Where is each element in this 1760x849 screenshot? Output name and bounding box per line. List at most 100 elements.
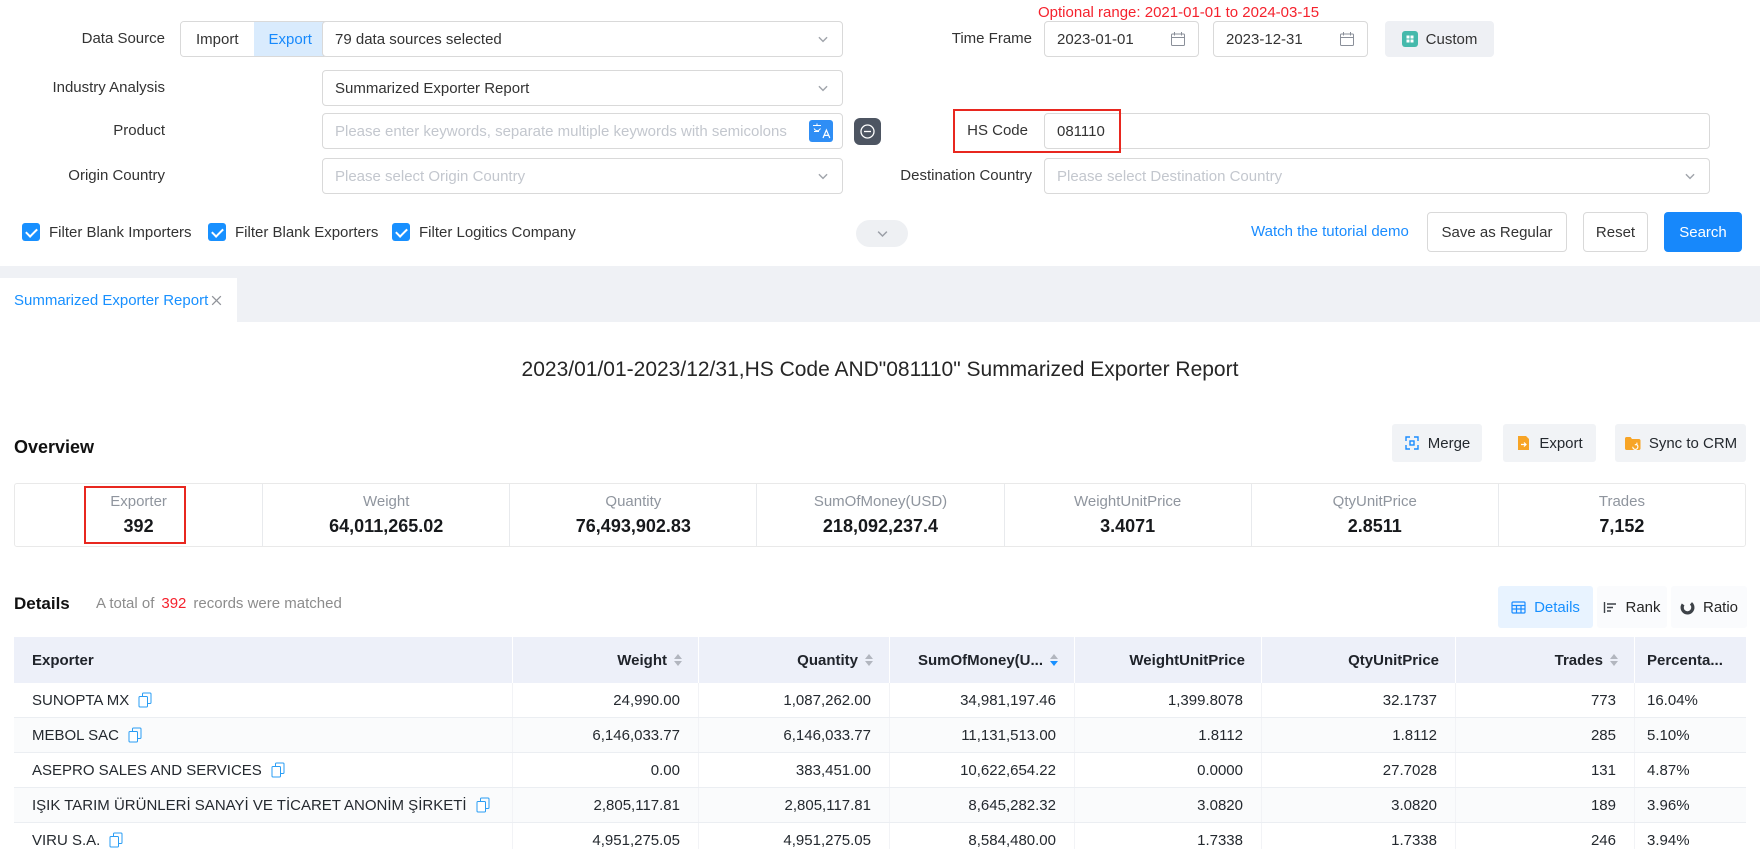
sync-to-crm-label: Sync to CRM	[1649, 435, 1737, 452]
header-label: Trades	[1555, 652, 1603, 669]
merge-button[interactable]: Merge	[1392, 424, 1482, 462]
qty-unit-price-cell: 32.1737	[1261, 683, 1455, 717]
reset-button[interactable]: Reset	[1583, 212, 1648, 252]
origin-country-label: Origin Country	[0, 158, 165, 194]
time-frame-label: Time Frame	[940, 21, 1032, 57]
export-file-icon	[1516, 435, 1531, 451]
origin-country-select[interactable]: Please select Origin Country	[322, 158, 843, 194]
sum-cell: 34,981,197.46	[889, 683, 1074, 717]
chevron-down-icon	[816, 169, 830, 183]
stat-weight-unit-price: WeightUnitPrice 3.4071	[1004, 484, 1251, 546]
quantity-cell: 4,951,275.05	[698, 823, 889, 849]
industry-analysis-select[interactable]: Summarized Exporter Report	[322, 70, 843, 106]
copy-icon[interactable]	[109, 832, 123, 848]
qty-unit-price-cell: 3.0820	[1261, 788, 1455, 822]
filter-logistics-company-checkbox[interactable]: Filter Logitics Company	[392, 223, 576, 241]
start-date-input[interactable]: 2023-01-01	[1044, 21, 1199, 57]
sort-icon[interactable]	[865, 654, 873, 666]
table-row[interactable]: ASEPRO SALES AND SERVICES 0.00 383,451.0…	[14, 753, 1746, 788]
header-trades[interactable]: Trades	[1455, 637, 1634, 683]
destination-country-label: Destination Country	[880, 158, 1032, 194]
exporter-name[interactable]: MEBOL SAC	[32, 727, 119, 744]
weight-cell: 2,805,117.81	[512, 788, 698, 822]
calendar-icon[interactable]	[1339, 31, 1355, 47]
sort-icon[interactable]	[674, 654, 682, 666]
expand-filters-button[interactable]	[856, 220, 908, 247]
stat-label: WeightUnitPrice	[1074, 493, 1181, 510]
filter-blank-importers-checkbox[interactable]: Filter Blank Importers	[22, 223, 192, 241]
tab-bar	[0, 266, 1760, 322]
stat-value: 392	[124, 516, 154, 537]
checkbox-label: Filter Blank Importers	[49, 224, 192, 241]
trades-cell: 285	[1455, 718, 1634, 752]
data-sources-select[interactable]: 79 data sources selected	[322, 21, 843, 57]
exporter-name[interactable]: VIRU S.A.	[32, 832, 100, 849]
search-button[interactable]: Search	[1664, 212, 1742, 252]
tab-summarized-exporter-report[interactable]: Summarized Exporter Report	[0, 278, 237, 322]
end-date-input[interactable]: 2023-12-31	[1213, 21, 1368, 57]
header-label: Weight	[617, 652, 667, 669]
export-toggle-button[interactable]: Export	[254, 22, 327, 56]
filter-blank-exporters-checkbox[interactable]: Filter Blank Exporters	[208, 223, 378, 241]
copy-icon[interactable]	[128, 727, 142, 743]
export-button[interactable]: Export	[1503, 424, 1596, 462]
weight-unit-price-cell: 1.8112	[1074, 718, 1261, 752]
header-weight[interactable]: Weight	[512, 637, 698, 683]
exporter-name[interactable]: ASEPRO SALES AND SERVICES	[32, 762, 262, 779]
sync-to-crm-button[interactable]: Sync to CRM	[1615, 424, 1746, 462]
table-grid-icon	[1511, 601, 1526, 614]
tutorial-demo-link[interactable]: Watch the tutorial demo	[1251, 212, 1409, 252]
checkbox-label: Filter Logitics Company	[419, 224, 576, 241]
checkbox-checked-icon[interactable]	[22, 223, 40, 241]
stat-value: 3.4071	[1100, 516, 1155, 537]
destination-country-select[interactable]: Please select Destination Country	[1044, 158, 1710, 194]
exporter-name[interactable]: IŞIK TARIM ÜRÜNLERİ SANAYİ VE TİCARET AN…	[32, 797, 467, 814]
header-quantity[interactable]: Quantity	[698, 637, 889, 683]
copy-icon[interactable]	[271, 762, 285, 778]
sort-icon[interactable]	[1610, 654, 1618, 666]
copy-icon[interactable]	[138, 692, 152, 708]
checkbox-label: Filter Blank Exporters	[235, 224, 378, 241]
qty-unit-price-cell: 27.7028	[1261, 753, 1455, 787]
close-icon[interactable]	[210, 294, 223, 307]
custom-icon	[1402, 31, 1418, 47]
start-date-value: 2023-01-01	[1057, 31, 1134, 48]
translate-icon[interactable]	[809, 120, 833, 142]
keyword-helper-icon[interactable]	[854, 118, 881, 145]
data-sources-value: 79 data sources selected	[335, 31, 502, 48]
trades-cell: 246	[1455, 823, 1634, 849]
header-sum-of-money[interactable]: SumOfMoney(U...	[889, 637, 1074, 683]
records-matched-text: A total of 392 records were matched	[96, 595, 342, 612]
stat-label: SumOfMoney(USD)	[814, 493, 947, 510]
data-source-label: Data Source	[0, 21, 165, 57]
exporter-name[interactable]: SUNOPTA MX	[32, 692, 129, 709]
calendar-icon[interactable]	[1170, 31, 1186, 47]
custom-range-button[interactable]: Custom	[1385, 21, 1494, 57]
import-toggle-button[interactable]: Import	[181, 22, 254, 56]
sum-cell: 11,131,513.00	[889, 718, 1074, 752]
table-row[interactable]: VIRU S.A. 4,951,275.05 4,951,275.05 8,58…	[14, 823, 1746, 849]
product-input[interactable]	[322, 113, 843, 149]
hs-code-input[interactable]	[1044, 113, 1710, 149]
percentage-cell: 3.96%	[1634, 788, 1746, 822]
checkbox-checked-icon[interactable]	[392, 223, 410, 241]
app-window: Optional range: 2021-01-01 to 2024-03-15…	[0, 0, 1760, 849]
table-row[interactable]: IŞIK TARIM ÜRÜNLERİ SANAYİ VE TİCARET AN…	[14, 788, 1746, 823]
sum-cell: 10,622,654.22	[889, 753, 1074, 787]
header-label: SumOfMoney(U...	[918, 652, 1043, 669]
stat-label: Exporter	[110, 493, 167, 510]
match-prefix: A total of	[96, 595, 154, 612]
table-row[interactable]: SUNOPTA MX 24,990.00 1,087,262.00 34,981…	[14, 683, 1746, 718]
view-ratio-button[interactable]: Ratio	[1671, 586, 1747, 628]
view-details-button[interactable]: Details	[1498, 586, 1593, 628]
copy-icon[interactable]	[476, 797, 490, 813]
table-row[interactable]: MEBOL SAC 6,146,033.77 6,146,033.77 11,1…	[14, 718, 1746, 753]
quantity-cell: 1,087,262.00	[698, 683, 889, 717]
details-heading: Details	[14, 594, 70, 614]
checkbox-checked-icon[interactable]	[208, 223, 226, 241]
quantity-cell: 6,146,033.77	[698, 718, 889, 752]
table-body: SUNOPTA MX 24,990.00 1,087,262.00 34,981…	[14, 683, 1746, 849]
save-as-regular-button[interactable]: Save as Regular	[1427, 212, 1567, 252]
view-rank-button[interactable]: Rank	[1597, 586, 1667, 628]
sort-icon-active-desc[interactable]	[1050, 654, 1058, 666]
